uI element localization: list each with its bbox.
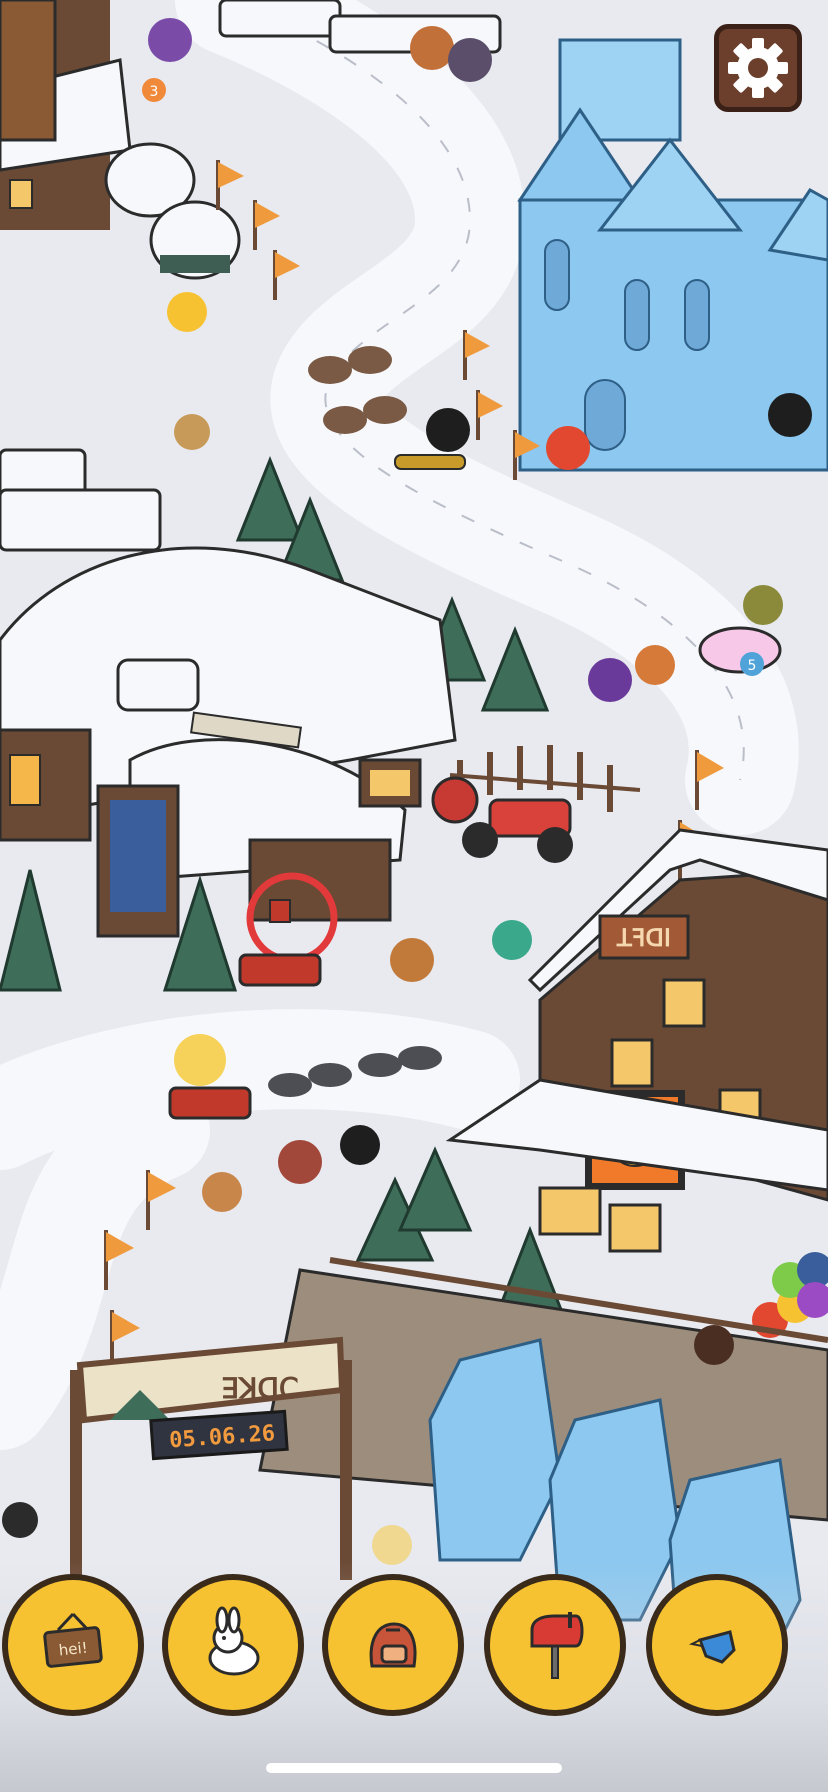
blue-bird-icon xyxy=(688,1630,736,1664)
mailbox-icon xyxy=(530,1612,584,1679)
game-scene[interactable]: ꓕꟻꓷꓲ ꓱꓘꓷꓚ 05.06.26 3 5 xyxy=(0,0,828,1792)
ring-number-1: 3 xyxy=(150,84,159,100)
settings-button[interactable] xyxy=(714,24,802,112)
backpack-icon xyxy=(369,1622,417,1668)
tray-item-backpack[interactable] xyxy=(322,1574,464,1716)
gear-icon xyxy=(728,38,788,98)
home-indicator[interactable] xyxy=(266,1763,562,1773)
shop-sign-text: ꓕꟻꓷꓲ xyxy=(616,924,671,952)
snow-bunny-icon xyxy=(208,1606,260,1676)
tray-item-mailbox[interactable] xyxy=(484,1574,626,1716)
hanging-sign-label: hei! xyxy=(58,1639,89,1660)
target-item-tray: hei! xyxy=(0,1574,828,1724)
gate-sign-text: ꓱꓘꓷꓚ xyxy=(221,1372,298,1405)
tray-item-hanging-sign[interactable]: hei! xyxy=(2,1574,144,1716)
hanging-sign-icon: hei! xyxy=(43,1612,103,1668)
tray-item-snow-bunny[interactable] xyxy=(162,1574,304,1716)
ring-number-2: 5 xyxy=(748,658,757,674)
tray-item-blue-bird[interactable] xyxy=(646,1574,788,1716)
